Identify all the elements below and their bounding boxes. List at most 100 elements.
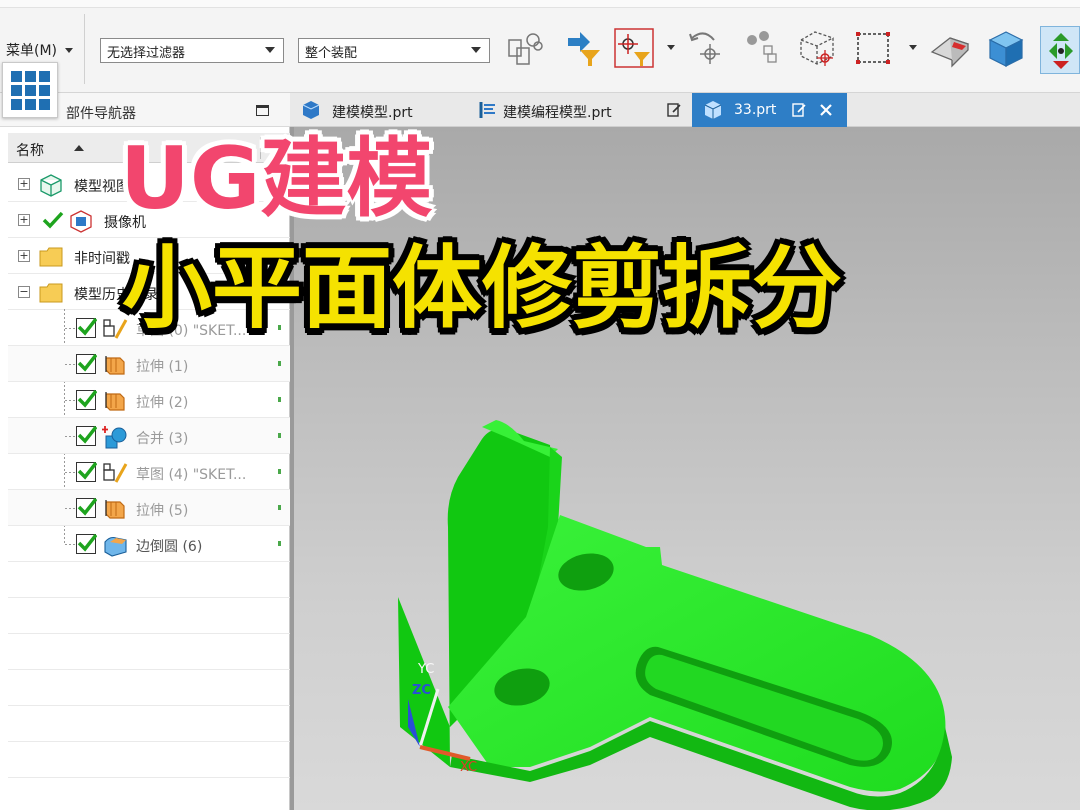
axis-label-yc: YC [418, 662, 435, 677]
column-name-header[interactable]: 名称 [16, 140, 44, 160]
feature-edge-blend-6[interactable]: 边倒圆 (6) [8, 526, 290, 562]
dashed-rect-icon[interactable] [852, 26, 896, 70]
tab-label: 33.prt [734, 102, 777, 118]
feature-extrude-5[interactable]: 拉伸 (5) [8, 490, 290, 526]
status-indicator [278, 397, 281, 402]
empty-row [8, 742, 290, 778]
feature-label: 拉伸 (1) [136, 359, 189, 375]
overlay-subtitle-facet-body-trim-split: 小平面体修剪拆分 [122, 236, 842, 341]
empty-row [8, 706, 290, 742]
feature-checkbox[interactable] [76, 497, 97, 518]
feature-checkbox[interactable] [76, 389, 97, 410]
title-strip [0, 0, 1080, 8]
sketch-icon [103, 463, 128, 483]
expand-icon[interactable]: + [18, 214, 30, 226]
assembly-icon[interactable] [503, 26, 547, 70]
erase-icon[interactable] [928, 26, 972, 70]
feature-extrude-1[interactable]: 拉伸 (1) [8, 346, 290, 382]
part-file-icon [704, 101, 722, 119]
tab-33-prt[interactable]: 33.prt [692, 93, 847, 127]
feature-label: 拉伸 (2) [136, 395, 189, 411]
feature-checkbox[interactable] [76, 533, 97, 554]
menu-label: 菜单(M) [6, 43, 58, 59]
app-grid-button[interactable] [2, 62, 58, 118]
chevron-down-icon [265, 47, 275, 53]
tree-guide-line [65, 544, 75, 545]
status-indicator [278, 361, 281, 366]
modified-icon [792, 103, 806, 117]
feature-checkbox[interactable] [76, 317, 97, 338]
cube-icon[interactable] [984, 26, 1028, 70]
ug-nx-window: 菜单(M) 无选择过滤器 整个装配 部件导航器 名称 最 + 模型视图 + 摄像… [0, 0, 1080, 810]
feature-checkbox[interactable] [76, 461, 97, 482]
selection-filter-select[interactable]: 无选择过滤器 [100, 38, 284, 63]
tab-jianmo-programming-model[interactable]: 建模编程模型.prt [465, 93, 690, 127]
box-point-icon[interactable] [795, 26, 839, 70]
chevron-down-icon [471, 47, 481, 53]
assembly-scope-value: 整个装配 [305, 46, 358, 61]
model-views-icon [40, 174, 62, 197]
status-indicator [278, 505, 281, 510]
extrude-icon [105, 356, 125, 375]
chevron-down-icon[interactable] [667, 45, 675, 50]
tree-guide-line [65, 436, 75, 437]
edge-blend-icon [104, 536, 127, 557]
axis-label-zc: ZC [412, 683, 431, 698]
empty-row [8, 634, 290, 670]
selection-filter-value: 无选择过滤器 [107, 46, 186, 61]
check-mark-icon [42, 211, 64, 229]
feature-label: 边倒圆 (6) [136, 539, 203, 555]
chevron-down-icon[interactable] [909, 45, 917, 50]
expand-icon[interactable]: + [18, 250, 30, 262]
grid-cell [10, 98, 22, 110]
status-indicator [278, 469, 281, 474]
feature-checkbox[interactable] [76, 353, 97, 374]
collapse-icon[interactable]: − [18, 286, 30, 298]
feature-label: 草图 (4) "SKET... [136, 467, 247, 483]
modified-icon [667, 103, 681, 117]
empty-row [8, 598, 290, 634]
empty-row [8, 670, 290, 706]
grid-cell [24, 98, 36, 110]
grid-cell [24, 70, 36, 82]
tree-guide-line [65, 328, 75, 329]
point-filter-icon[interactable] [612, 26, 656, 70]
extrude-icon [105, 500, 125, 519]
toolbar-separator [84, 14, 85, 84]
filter-arrow-icon[interactable] [562, 26, 606, 70]
folder-icon [39, 283, 63, 303]
grid-cell [38, 70, 50, 82]
feature-label: 拉伸 (5) [136, 503, 189, 519]
axis-label-xc: XC [460, 760, 478, 775]
sort-ascending-icon[interactable] [74, 145, 84, 151]
overlay-title-text: UG建模 [120, 129, 433, 229]
grid-cell [10, 70, 22, 82]
rotate-point-icon[interactable] [684, 26, 728, 70]
feature-checkbox[interactable] [76, 425, 97, 446]
chevron-down-icon [65, 47, 74, 53]
tree-guide-line [65, 364, 75, 365]
extrude-icon [105, 392, 125, 411]
grid-cell [38, 84, 50, 96]
tree-guide-line [65, 508, 75, 509]
feature-unite-3[interactable]: 合并 (3) [8, 418, 290, 454]
expand-icon[interactable]: + [18, 178, 30, 190]
close-icon[interactable] [820, 104, 832, 116]
feature-extrude-2[interactable]: 拉伸 (2) [8, 382, 290, 418]
grid-cell [38, 98, 50, 110]
tree-guide-line [65, 472, 75, 473]
feature-sketch-4[interactable]: 草图 (4) "SKET... [8, 454, 290, 490]
status-indicator [278, 433, 281, 438]
menu-button[interactable]: 菜单(M) [6, 40, 74, 60]
snap-icon[interactable] [1040, 26, 1080, 74]
tree-guide-line [65, 400, 75, 401]
unite-icon [102, 426, 127, 449]
tab-label: 建模编程模型.prt [503, 105, 612, 121]
camera-icon [70, 210, 92, 233]
status-indicator [278, 541, 281, 546]
ribbon-toolbar: 菜单(M) 无选择过滤器 整个装配 [0, 0, 1080, 93]
folder-icon [39, 247, 63, 267]
binoculars-icon[interactable] [740, 26, 784, 70]
assembly-scope-select[interactable]: 整个装配 [298, 38, 490, 63]
part-file-icon [479, 102, 495, 118]
